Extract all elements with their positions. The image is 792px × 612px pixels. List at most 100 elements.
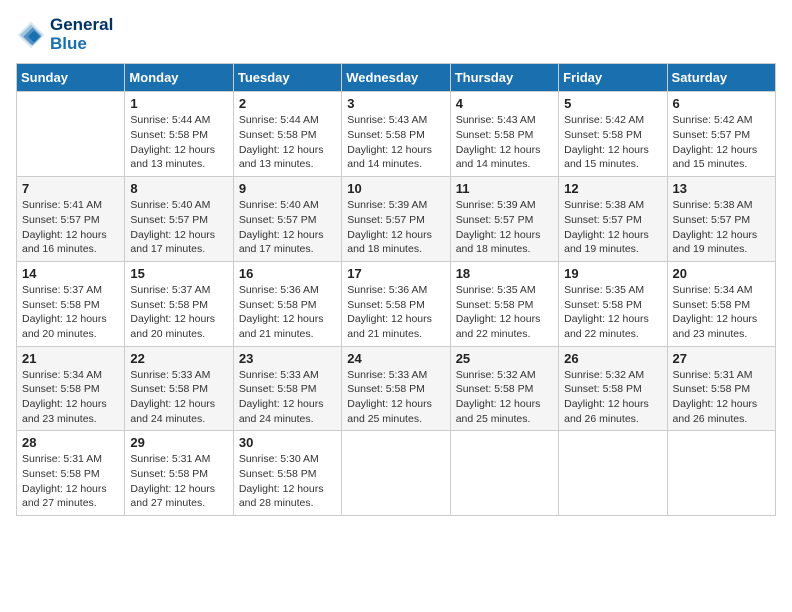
- day-info: Sunrise: 5:36 AM Sunset: 5:58 PM Dayligh…: [347, 283, 444, 342]
- calendar-week-2: 7 Sunrise: 5:41 AM Sunset: 5:57 PM Daylig…: [17, 177, 776, 262]
- day-info: Sunrise: 5:35 AM Sunset: 5:58 PM Dayligh…: [564, 283, 661, 342]
- day-info: Sunrise: 5:42 AM Sunset: 5:57 PM Dayligh…: [673, 113, 770, 172]
- day-info: Sunrise: 5:44 AM Sunset: 5:58 PM Dayligh…: [130, 113, 227, 172]
- day-number: 10: [347, 181, 444, 196]
- day-info: Sunrise: 5:33 AM Sunset: 5:58 PM Dayligh…: [130, 368, 227, 427]
- day-info: Sunrise: 5:42 AM Sunset: 5:58 PM Dayligh…: [564, 113, 661, 172]
- day-number: 20: [673, 266, 770, 281]
- calendar-cell: [17, 92, 125, 177]
- day-number: 16: [239, 266, 336, 281]
- calendar-week-4: 21 Sunrise: 5:34 AM Sunset: 5:58 PM Dayli…: [17, 346, 776, 431]
- day-info: Sunrise: 5:39 AM Sunset: 5:57 PM Dayligh…: [347, 198, 444, 257]
- day-number: 3: [347, 96, 444, 111]
- day-info: Sunrise: 5:43 AM Sunset: 5:58 PM Dayligh…: [347, 113, 444, 172]
- day-info: Sunrise: 5:32 AM Sunset: 5:58 PM Dayligh…: [564, 368, 661, 427]
- day-info: Sunrise: 5:34 AM Sunset: 5:58 PM Dayligh…: [673, 283, 770, 342]
- calendar-week-5: 28 Sunrise: 5:31 AM Sunset: 5:58 PM Dayli…: [17, 431, 776, 516]
- calendar-cell: 3 Sunrise: 5:43 AM Sunset: 5:58 PM Daylig…: [342, 92, 450, 177]
- day-number: 7: [22, 181, 119, 196]
- calendar-cell: 20 Sunrise: 5:34 AM Sunset: 5:58 PM Dayli…: [667, 261, 775, 346]
- calendar-cell: [667, 431, 775, 516]
- day-number: 9: [239, 181, 336, 196]
- day-info: Sunrise: 5:38 AM Sunset: 5:57 PM Dayligh…: [564, 198, 661, 257]
- day-info: Sunrise: 5:32 AM Sunset: 5:58 PM Dayligh…: [456, 368, 553, 427]
- calendar-week-1: 1 Sunrise: 5:44 AM Sunset: 5:58 PM Daylig…: [17, 92, 776, 177]
- day-number: 11: [456, 181, 553, 196]
- day-number: 24: [347, 351, 444, 366]
- day-number: 18: [456, 266, 553, 281]
- day-number: 28: [22, 435, 119, 450]
- column-header-monday: Monday: [125, 64, 233, 92]
- day-info: Sunrise: 5:31 AM Sunset: 5:58 PM Dayligh…: [22, 452, 119, 511]
- calendar-cell: [342, 431, 450, 516]
- day-info: Sunrise: 5:36 AM Sunset: 5:58 PM Dayligh…: [239, 283, 336, 342]
- day-info: Sunrise: 5:38 AM Sunset: 5:57 PM Dayligh…: [673, 198, 770, 257]
- day-number: 17: [347, 266, 444, 281]
- calendar-cell: 28 Sunrise: 5:31 AM Sunset: 5:58 PM Dayli…: [17, 431, 125, 516]
- day-info: Sunrise: 5:31 AM Sunset: 5:58 PM Dayligh…: [130, 452, 227, 511]
- logo-blue: Blue: [50, 34, 87, 53]
- day-number: 26: [564, 351, 661, 366]
- calendar-cell: 4 Sunrise: 5:43 AM Sunset: 5:58 PM Daylig…: [450, 92, 558, 177]
- day-number: 4: [456, 96, 553, 111]
- day-info: Sunrise: 5:35 AM Sunset: 5:58 PM Dayligh…: [456, 283, 553, 342]
- day-number: 30: [239, 435, 336, 450]
- day-number: 21: [22, 351, 119, 366]
- column-header-friday: Friday: [559, 64, 667, 92]
- calendar-cell: 16 Sunrise: 5:36 AM Sunset: 5:58 PM Dayli…: [233, 261, 341, 346]
- day-number: 19: [564, 266, 661, 281]
- day-number: 27: [673, 351, 770, 366]
- calendar-cell: 26 Sunrise: 5:32 AM Sunset: 5:58 PM Dayli…: [559, 346, 667, 431]
- calendar-cell: 1 Sunrise: 5:44 AM Sunset: 5:58 PM Daylig…: [125, 92, 233, 177]
- day-info: Sunrise: 5:33 AM Sunset: 5:58 PM Dayligh…: [239, 368, 336, 427]
- calendar-cell: [450, 431, 558, 516]
- calendar-cell: 17 Sunrise: 5:36 AM Sunset: 5:58 PM Dayli…: [342, 261, 450, 346]
- day-number: 13: [673, 181, 770, 196]
- logo: General Blue: [16, 16, 113, 53]
- column-header-thursday: Thursday: [450, 64, 558, 92]
- day-number: 12: [564, 181, 661, 196]
- calendar-cell: 8 Sunrise: 5:40 AM Sunset: 5:57 PM Daylig…: [125, 177, 233, 262]
- day-info: Sunrise: 5:44 AM Sunset: 5:58 PM Dayligh…: [239, 113, 336, 172]
- day-info: Sunrise: 5:31 AM Sunset: 5:58 PM Dayligh…: [673, 368, 770, 427]
- calendar-cell: 27 Sunrise: 5:31 AM Sunset: 5:58 PM Dayli…: [667, 346, 775, 431]
- day-number: 1: [130, 96, 227, 111]
- day-info: Sunrise: 5:41 AM Sunset: 5:57 PM Dayligh…: [22, 198, 119, 257]
- logo-general: General: [50, 15, 113, 34]
- page-header: General Blue: [16, 16, 776, 53]
- day-info: Sunrise: 5:39 AM Sunset: 5:57 PM Dayligh…: [456, 198, 553, 257]
- day-info: Sunrise: 5:37 AM Sunset: 5:58 PM Dayligh…: [22, 283, 119, 342]
- day-info: Sunrise: 5:34 AM Sunset: 5:58 PM Dayligh…: [22, 368, 119, 427]
- calendar-cell: [559, 431, 667, 516]
- column-header-tuesday: Tuesday: [233, 64, 341, 92]
- day-info: Sunrise: 5:40 AM Sunset: 5:57 PM Dayligh…: [130, 198, 227, 257]
- day-number: 6: [673, 96, 770, 111]
- calendar-cell: 14 Sunrise: 5:37 AM Sunset: 5:58 PM Dayli…: [17, 261, 125, 346]
- calendar-cell: 15Sunrise: 5:37 AM Sunset: 5:58 PM Dayli…: [125, 261, 233, 346]
- day-number: 8: [130, 181, 227, 196]
- calendar-cell: 18 Sunrise: 5:35 AM Sunset: 5:58 PM Dayli…: [450, 261, 558, 346]
- calendar-cell: 23 Sunrise: 5:33 AM Sunset: 5:58 PM Dayli…: [233, 346, 341, 431]
- day-info: Sunrise: 5:43 AM Sunset: 5:58 PM Dayligh…: [456, 113, 553, 172]
- calendar-cell: 21 Sunrise: 5:34 AM Sunset: 5:58 PM Dayli…: [17, 346, 125, 431]
- calendar-cell: 25 Sunrise: 5:32 AM Sunset: 5:58 PM Dayli…: [450, 346, 558, 431]
- column-header-sunday: Sunday: [17, 64, 125, 92]
- day-number: 5: [564, 96, 661, 111]
- calendar-cell: 24 Sunrise: 5:33 AM Sunset: 5:58 PM Dayli…: [342, 346, 450, 431]
- day-info: Sunrise: 5:33 AM Sunset: 5:58 PM Dayligh…: [347, 368, 444, 427]
- day-number: 29: [130, 435, 227, 450]
- day-number: 25: [456, 351, 553, 366]
- column-header-saturday: Saturday: [667, 64, 775, 92]
- day-number: 23: [239, 351, 336, 366]
- day-number: 14: [22, 266, 119, 281]
- day-number: 22: [130, 351, 227, 366]
- day-number: 2: [239, 96, 336, 111]
- calendar-cell: 13 Sunrise: 5:38 AM Sunset: 5:57 PM Dayli…: [667, 177, 775, 262]
- calendar-cell: 30Sunrise: 5:30 AM Sunset: 5:58 PM Dayli…: [233, 431, 341, 516]
- calendar-cell: 9Sunrise: 5:40 AM Sunset: 5:57 PM Daylig…: [233, 177, 341, 262]
- logo-icon: [16, 20, 46, 50]
- calendar-cell: 22 Sunrise: 5:33 AM Sunset: 5:58 PM Dayli…: [125, 346, 233, 431]
- logo-text: General Blue: [50, 16, 113, 53]
- day-info: Sunrise: 5:37 AM Sunset: 5:58 PM Dayligh…: [130, 283, 227, 342]
- calendar-cell: 19 Sunrise: 5:35 AM Sunset: 5:58 PM Dayli…: [559, 261, 667, 346]
